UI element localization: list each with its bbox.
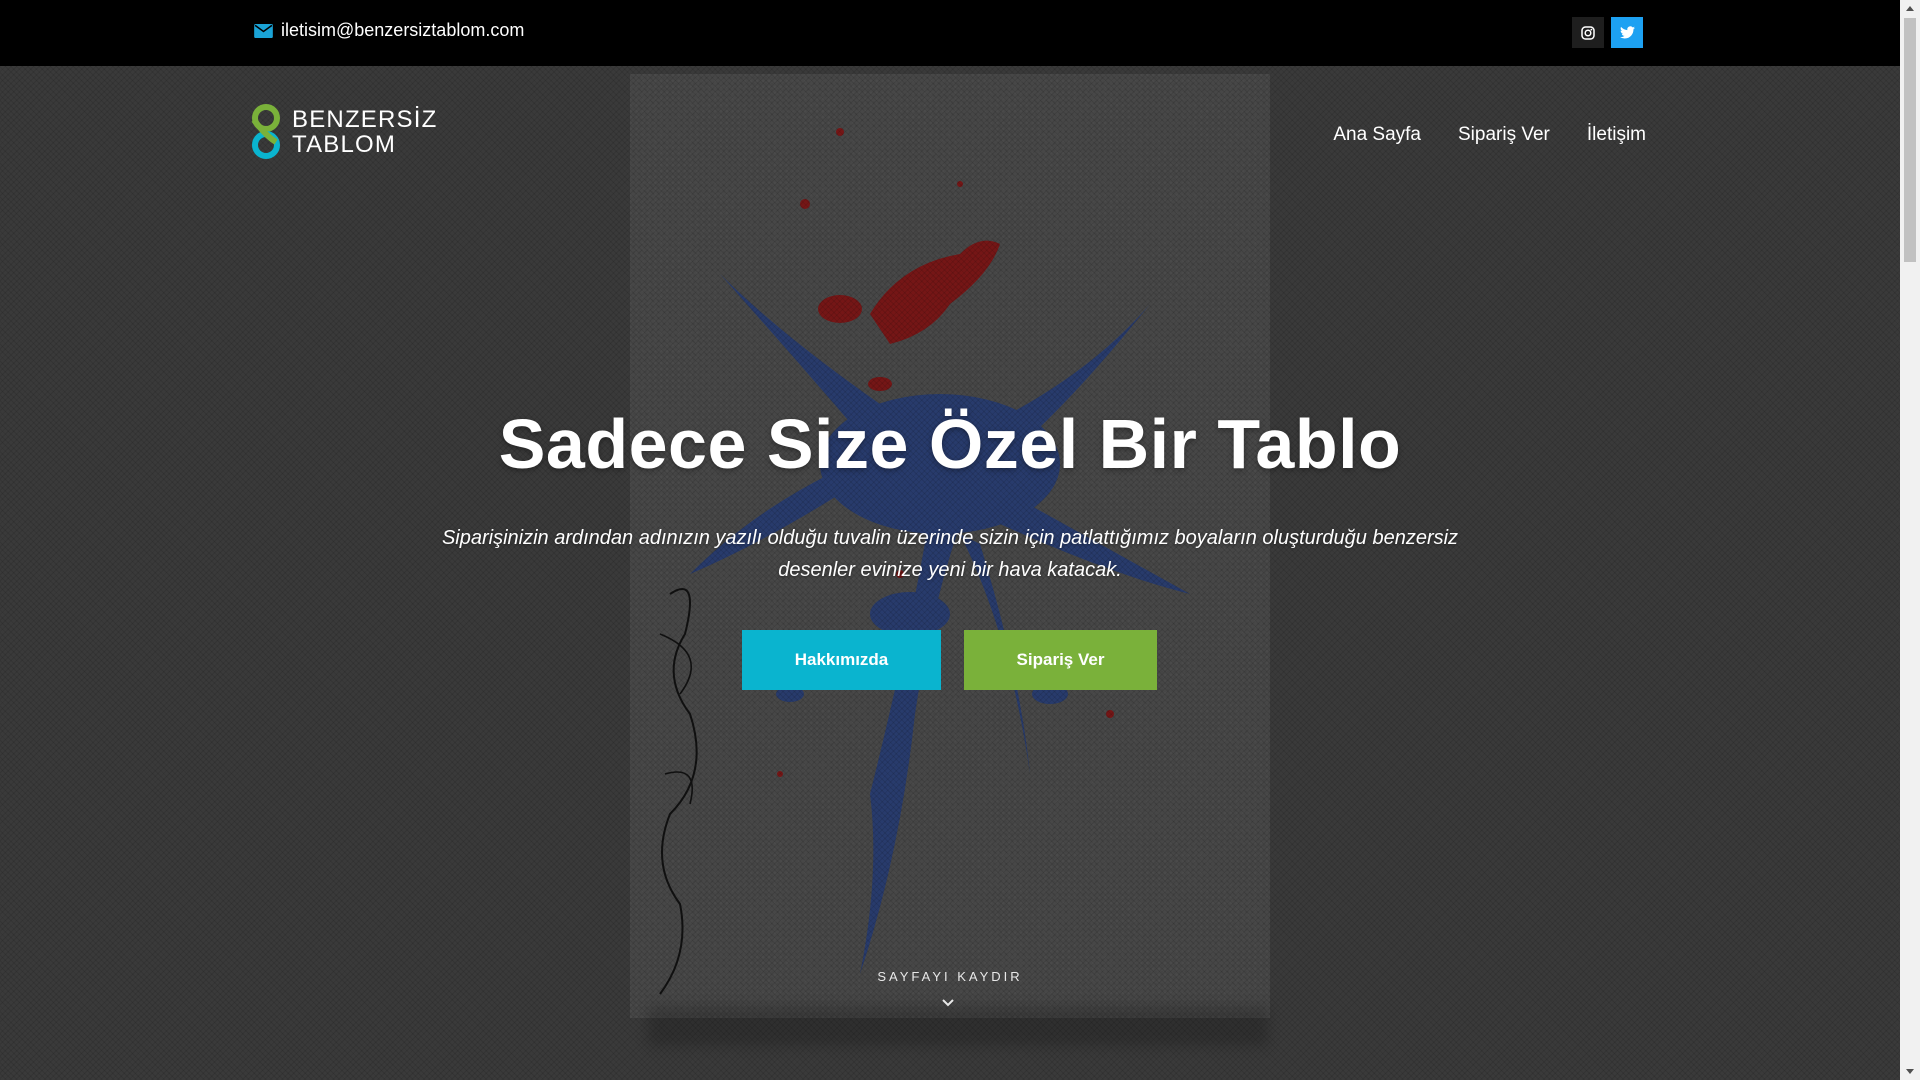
hero-subtitle: Siparişinizin ardından adınızın yazılı o… xyxy=(441,527,1459,581)
contact-email[interactable]: iletisim@benzersiztablom.com xyxy=(254,20,524,41)
envelope-icon xyxy=(254,23,273,38)
scroll-down-arrow[interactable] xyxy=(1900,1063,1920,1080)
top-bar: iletisim@benzersiztablom.com xyxy=(0,0,1900,66)
hero-title: Sadece Size Özel Bir Tablo xyxy=(498,405,1402,483)
nav-item-order[interactable]: Sipariş Ver xyxy=(1458,124,1550,146)
instagram-icon xyxy=(1581,25,1595,40)
logo-line-1: BENZERSİZ xyxy=(292,106,438,133)
triangle-up-icon xyxy=(1906,6,1914,11)
site-logo[interactable]: BENZERSİZ TABLOM xyxy=(246,102,437,162)
twitter-button[interactable] xyxy=(1611,17,1643,48)
nav-item-contact[interactable]: İletişim xyxy=(1587,124,1646,146)
twitter-icon xyxy=(1619,26,1635,39)
logo-line-2: TABLOM xyxy=(292,131,397,158)
page-scrollbar[interactable] xyxy=(1900,0,1920,1080)
logo-text: BENZERSİZ TABLOM xyxy=(292,107,437,157)
scroll-hint[interactable]: SAYFAYI KAYDIR xyxy=(0,969,1900,984)
order-button[interactable]: Sipariş Ver xyxy=(964,630,1157,690)
main-nav: Ana Sayfa Sipariş Ver İletişim xyxy=(1296,124,1646,146)
triangle-down-icon xyxy=(1906,1069,1914,1074)
instagram-button[interactable] xyxy=(1572,17,1604,48)
logo-mark-icon xyxy=(251,104,280,159)
hero-section: BENZERSİZ TABLOM Ana Sayfa Sipariş Ver İ… xyxy=(0,66,1900,1080)
nav-item-home[interactable]: Ana Sayfa xyxy=(1333,124,1421,146)
chevron-down-icon[interactable] xyxy=(941,998,955,1008)
scroll-up-arrow[interactable] xyxy=(1900,0,1920,17)
scrollbar-thumb[interactable] xyxy=(1904,18,1916,262)
about-button[interactable]: Hakkımızda xyxy=(742,630,941,690)
email-text: iletisim@benzersiztablom.com xyxy=(281,20,525,40)
